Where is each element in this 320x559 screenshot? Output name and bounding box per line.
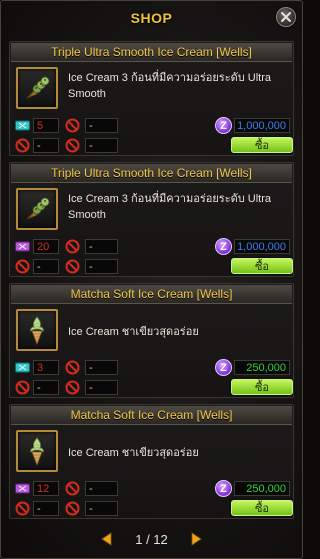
item-description: Ice Cream 3 ก้อนที่มีความอร่อยระดับ Ultr… [68, 193, 272, 221]
ice-cream-cone-icon [26, 76, 50, 99]
ticket-icon [14, 239, 31, 254]
limit-value: - [85, 118, 118, 133]
restriction-value: - [33, 259, 59, 274]
window-title: SHOP [130, 10, 173, 26]
prohibited-icon [64, 481, 81, 496]
price-value: 250,000 [234, 481, 290, 496]
restriction-value: - [33, 380, 59, 395]
prohibited-icon [64, 380, 81, 395]
ticket-icon [14, 481, 31, 496]
prohibited-icon [64, 138, 81, 153]
quantity-row: 12 - [14, 480, 118, 497]
shop-item-card: Matcha Soft Ice Cream [Wells] Ice Cream … [9, 404, 294, 519]
prohibited-icon [14, 259, 31, 274]
quantity-row: 5 - [14, 117, 118, 134]
item-icon-slot[interactable] [16, 430, 58, 472]
quantity-value: 12 [33, 481, 59, 496]
restriction-value: - [85, 138, 118, 153]
prohibited-icon [64, 259, 81, 274]
page-indicator: 1 / 12 [135, 531, 168, 547]
title-bar: SHOP [1, 1, 302, 35]
quantity-value: 20 [33, 239, 59, 254]
restriction-value: - [85, 501, 118, 516]
shop-item-card: Triple Ultra Smooth Ice Cream [Wells] Ic… [9, 41, 294, 156]
shop-item-card: Matcha Soft Ice Cream [Wells] Ice Cream … [9, 283, 294, 398]
item-description: Ice Cream ชาเขียวสุดอร่อย [68, 447, 199, 459]
item-icon-slot[interactable] [16, 309, 58, 351]
restriction-value: - [33, 501, 59, 516]
restriction-value: - [85, 259, 118, 274]
item-name: Matcha Soft Ice Cream [Wells] [11, 406, 292, 425]
item-description: Ice Cream 3 ก้อนที่มีความอร่อยระดับ Ultr… [68, 72, 272, 100]
soft-serve-cone-icon [30, 437, 44, 467]
buy-button[interactable]: ซื้อ [231, 379, 293, 395]
price-area: Z 1,000,000 [215, 238, 290, 255]
price-value: 1,000,000 [234, 118, 290, 133]
prohibited-icon [14, 380, 31, 395]
item-description: Ice Cream ชาเขียวสุดอร่อย [68, 326, 199, 338]
prev-page-icon [101, 532, 112, 546]
item-name: Matcha Soft Ice Cream [Wells] [11, 285, 292, 304]
zeny-coin-icon: Z [215, 238, 232, 255]
price-area: Z 1,000,000 [215, 117, 290, 134]
limit-value: - [85, 360, 118, 375]
next-page-icon [191, 532, 202, 546]
close-icon [281, 12, 291, 22]
restriction-row: - - [14, 137, 118, 154]
ice-cream-cone-icon [26, 197, 50, 220]
price-value: 250,000 [234, 360, 290, 375]
prohibited-icon [64, 501, 81, 516]
zeny-coin-icon: Z [215, 117, 232, 134]
prohibited-icon [64, 360, 81, 375]
quantity-row: 3 - [14, 359, 118, 376]
soft-serve-cone-icon [30, 316, 44, 346]
price-area: Z 250,000 [215, 359, 290, 376]
restriction-row: - - [14, 258, 118, 275]
price-value: 1,000,000 [234, 239, 290, 254]
buy-button[interactable]: ซื้อ [231, 258, 293, 274]
prohibited-icon [14, 138, 31, 153]
ticket-icon [14, 118, 31, 133]
item-icon-slot[interactable] [16, 67, 58, 109]
quantity-row: 20 - [14, 238, 118, 255]
prohibited-icon [14, 501, 31, 516]
ticket-icon [14, 360, 31, 375]
restriction-value: - [33, 138, 59, 153]
zeny-coin-icon: Z [215, 480, 232, 497]
price-area: Z 250,000 [215, 480, 290, 497]
quantity-value: 5 [33, 118, 59, 133]
limit-value: - [85, 239, 118, 254]
limit-value: - [85, 481, 118, 496]
next-page-button[interactable] [190, 531, 204, 547]
restriction-value: - [85, 380, 118, 395]
pagination: 1 / 12 [1, 528, 302, 550]
quantity-value: 3 [33, 360, 59, 375]
item-name: Triple Ultra Smooth Ice Cream [Wells] [11, 43, 292, 62]
prohibited-icon [64, 239, 81, 254]
item-icon-slot[interactable] [16, 188, 58, 230]
prev-page-button[interactable] [99, 531, 113, 547]
restriction-row: - - [14, 500, 118, 517]
restriction-row: - - [14, 379, 118, 396]
shop-item-card: Triple Ultra Smooth Ice Cream [Wells] Ic… [9, 162, 294, 277]
shop-window: SHOP Triple Ultra Smooth Ice Cream [Well… [0, 0, 303, 559]
item-name: Triple Ultra Smooth Ice Cream [Wells] [11, 164, 292, 183]
buy-button[interactable]: ซื้อ [231, 137, 293, 153]
buy-button[interactable]: ซื้อ [231, 500, 293, 516]
close-button[interactable] [276, 7, 296, 27]
prohibited-icon [64, 118, 81, 133]
zeny-coin-icon: Z [215, 359, 232, 376]
